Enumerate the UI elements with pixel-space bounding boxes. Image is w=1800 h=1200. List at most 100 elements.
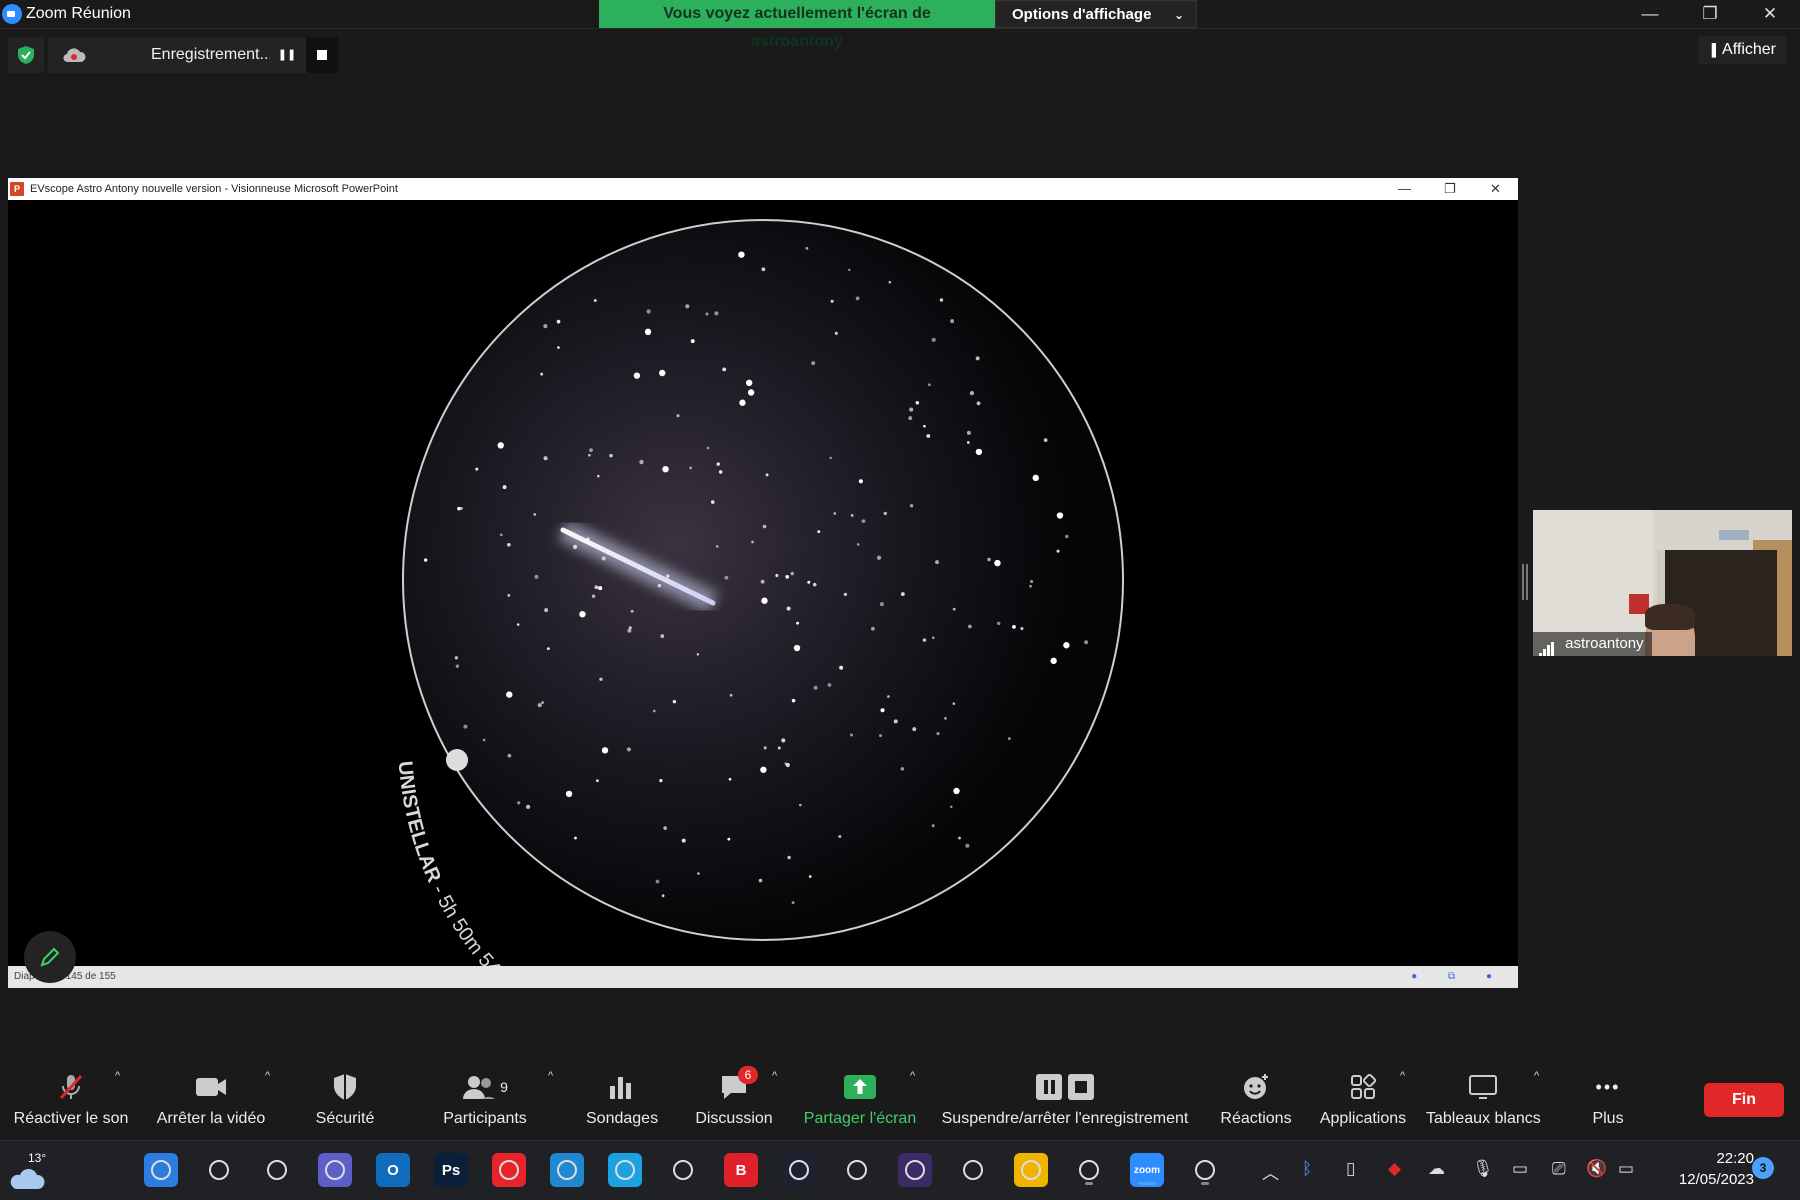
audio-options-caret[interactable]: ^ (115, 1070, 120, 1082)
notification-badge[interactable]: 3 (1752, 1157, 1774, 1179)
usb-icon[interactable]: ▯ (1346, 1159, 1355, 1179)
taskbar-chrome-profile-icon[interactable] (1072, 1153, 1106, 1187)
taskbar-whatsapp-icon[interactable] (666, 1153, 700, 1187)
star (758, 878, 763, 883)
view-options-button[interactable]: Options d'affichage ⌄ (995, 0, 1197, 28)
show-button[interactable]: Afficher (1697, 36, 1786, 64)
end-meeting-button[interactable]: Fin (1704, 1083, 1784, 1117)
star (871, 626, 875, 631)
minimize-button[interactable]: — (1620, 0, 1680, 28)
volume-muted-icon[interactable]: 🔇 (1586, 1159, 1607, 1179)
taskbar-explorer-icon[interactable] (1014, 1153, 1048, 1187)
participant-face (1645, 604, 1695, 656)
star (690, 339, 695, 344)
reactions-button[interactable]: Réactions (1218, 1070, 1294, 1128)
polls-button[interactable]: Sondages (586, 1070, 658, 1128)
onedrive-icon[interactable]: ☁ (1428, 1159, 1445, 1179)
chat-button[interactable]: 6 ^ Discussion (694, 1066, 777, 1128)
taskbar-teams-icon[interactable] (318, 1153, 352, 1187)
star (423, 558, 428, 562)
participants-options-caret[interactable]: ^ (548, 1070, 553, 1082)
taskbar-stellarium-icon[interactable] (782, 1153, 816, 1187)
ppt-restore-button[interactable]: ❐ (1444, 178, 1456, 200)
star (586, 537, 590, 541)
stop-recording-button[interactable] (306, 37, 338, 73)
taskbar-red-app-icon[interactable] (1188, 1153, 1222, 1187)
clock[interactable]: 22:20 12/05/2023 (1654, 1148, 1754, 1190)
resize-handle[interactable] (1522, 564, 1528, 600)
battery-icon[interactable]: ▭ (1618, 1159, 1634, 1179)
whiteboards-options-caret[interactable]: ^ (1534, 1070, 1539, 1082)
star (976, 401, 981, 406)
taskbar-bitdefender-b-icon[interactable]: B (724, 1153, 758, 1187)
taskbar-app-label: O (387, 1161, 399, 1179)
star (805, 246, 809, 250)
stop-video-button[interactable]: ^ Arrêter la vidéo (152, 1070, 270, 1128)
star (579, 611, 586, 618)
participant-video[interactable]: astroantony (1533, 510, 1792, 656)
bluetooth-icon[interactable]: ᛒ (1302, 1159, 1312, 1179)
star (681, 838, 686, 843)
share-screen-button[interactable]: ^ Partager l'écran (802, 1070, 918, 1128)
star (525, 804, 531, 809)
show-hidden-icons-button[interactable]: ︿ (1262, 1159, 1279, 1184)
close-button[interactable]: ✕ (1740, 0, 1800, 28)
taskbar-photoshop-icon[interactable]: Ps (434, 1153, 468, 1187)
network-icon[interactable]: ⎚ (1552, 1159, 1566, 1179)
video-options-caret[interactable]: ^ (265, 1070, 270, 1082)
star (931, 824, 935, 828)
security-tray-icon[interactable]: ◆ (1388, 1159, 1401, 1179)
zoom-title-bar: Zoom Réunion Vous voyez actuellement l'é… (0, 0, 1800, 50)
taskbar-search-icon[interactable] (202, 1153, 236, 1187)
share-options-caret[interactable]: ^ (910, 1070, 915, 1082)
participants-button[interactable]: 9 ^ Participants (440, 1070, 553, 1128)
taskbar-app-glyph (1021, 1160, 1041, 1180)
stop-icon (317, 50, 327, 60)
keyboard-icon[interactable]: ▭ (1512, 1159, 1528, 1179)
star (591, 594, 596, 598)
star (936, 732, 940, 736)
star (785, 574, 790, 579)
star (833, 512, 837, 515)
cloud-recording-icon (63, 48, 86, 63)
apps-options-caret[interactable]: ^ (1400, 1070, 1405, 1082)
taskbar-task-view-icon[interactable] (260, 1153, 294, 1187)
weather-widget[interactable]: 13° (10, 1151, 50, 1191)
annotate-pen-button[interactable] (24, 931, 76, 983)
taskbar-outlook-icon[interactable]: O (376, 1153, 410, 1187)
taskbar-app-glyph (557, 1160, 577, 1180)
taskbar-zoom-icon[interactable]: zoom (1130, 1153, 1164, 1187)
taskbar-app-blue-icon[interactable] (608, 1153, 642, 1187)
star (1065, 534, 1069, 539)
ppt-close-button[interactable]: ✕ (1490, 178, 1501, 200)
taskbar-chrome-icon[interactable] (840, 1153, 874, 1187)
pause-recording-button[interactable]: ❚❚ (270, 37, 304, 73)
encryption-shield-icon[interactable] (8, 37, 44, 73)
ppt-nav-buttons[interactable]: ● ⧉ ● (1411, 966, 1506, 988)
pause-stop-recording-button[interactable]: Suspendre/arrêter l'enregistrement (940, 1070, 1190, 1128)
apps-button[interactable]: ^ Applications (1316, 1070, 1410, 1128)
star (855, 296, 860, 301)
star (781, 738, 786, 743)
star (900, 592, 905, 596)
star (665, 574, 670, 578)
ppt-minimize-button[interactable]: — (1398, 178, 1411, 200)
whiteboards-button[interactable]: ^ Tableaux blancs (1426, 1070, 1541, 1128)
participants-label: Participants (443, 1110, 527, 1127)
shared-screen-window: P EVscope Astro Antony nouvelle version … (8, 178, 1518, 988)
star (516, 623, 520, 626)
temperature: 13° (28, 1151, 47, 1165)
microphone-icon[interactable]: 🎙 (1472, 1159, 1494, 1179)
restore-button[interactable]: ❐ (1680, 0, 1740, 28)
taskbar-snipping-icon[interactable] (956, 1153, 990, 1187)
unmute-button[interactable]: ^ Réactiver le son (12, 1070, 130, 1128)
star (689, 466, 693, 470)
taskbar-edge-icon[interactable] (550, 1153, 584, 1187)
security-button[interactable]: Sécurité (310, 1070, 380, 1128)
taskbar-astro-app-icon[interactable] (898, 1153, 932, 1187)
star (931, 337, 936, 342)
more-button[interactable]: ••• Plus (1588, 1070, 1628, 1128)
taskbar-bitdefender-icon[interactable] (492, 1153, 526, 1187)
chat-options-caret[interactable]: ^ (772, 1070, 777, 1082)
taskbar-start-icon[interactable] (144, 1153, 178, 1187)
